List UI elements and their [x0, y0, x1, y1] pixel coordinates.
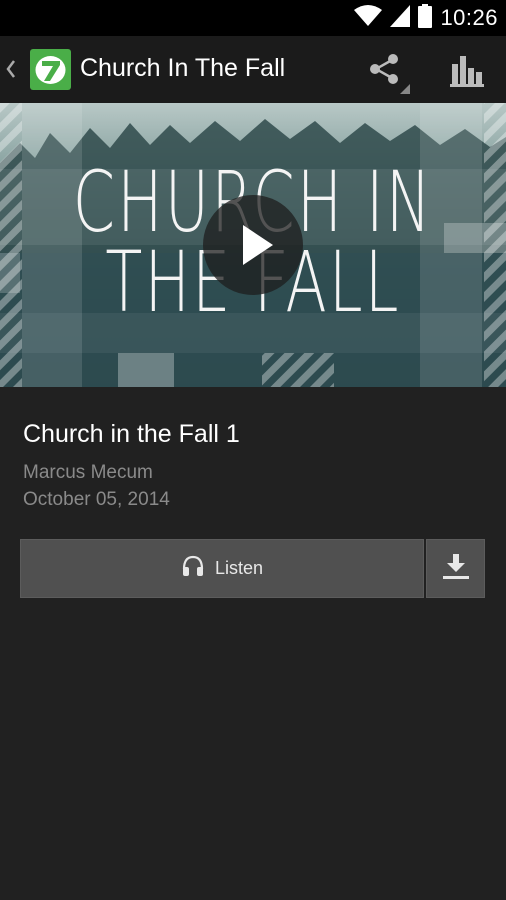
download-button[interactable]	[426, 539, 485, 598]
play-button[interactable]	[203, 195, 303, 295]
sermon-date: October 05, 2014	[23, 489, 170, 510]
bar-chart-icon	[446, 56, 488, 96]
status-bar: 10:26	[0, 0, 506, 36]
share-button[interactable]	[366, 50, 410, 94]
status-time: 10:26	[440, 5, 498, 30]
speaker-name: Marcus Mecum	[23, 462, 153, 483]
share-icon	[366, 54, 410, 98]
app-bar: Church In The Fall	[0, 36, 506, 103]
back-chevron-icon[interactable]	[4, 54, 18, 84]
listen-button[interactable]: Listen	[20, 539, 424, 598]
signal-icon	[390, 4, 411, 32]
headphones-icon	[181, 554, 205, 583]
play-icon	[203, 195, 303, 295]
app-logo[interactable]	[30, 49, 71, 90]
sermon-artwork[interactable]: CHURCH IN THE FALL	[0, 103, 506, 387]
app-title: Church In The Fall	[80, 54, 286, 82]
stats-button[interactable]	[446, 50, 488, 92]
listen-label: Listen	[214, 558, 264, 578]
sermon-title: Church in the Fall 1	[23, 420, 240, 448]
download-icon	[441, 552, 471, 585]
wifi-icon	[354, 4, 383, 32]
battery-icon	[418, 3, 433, 33]
